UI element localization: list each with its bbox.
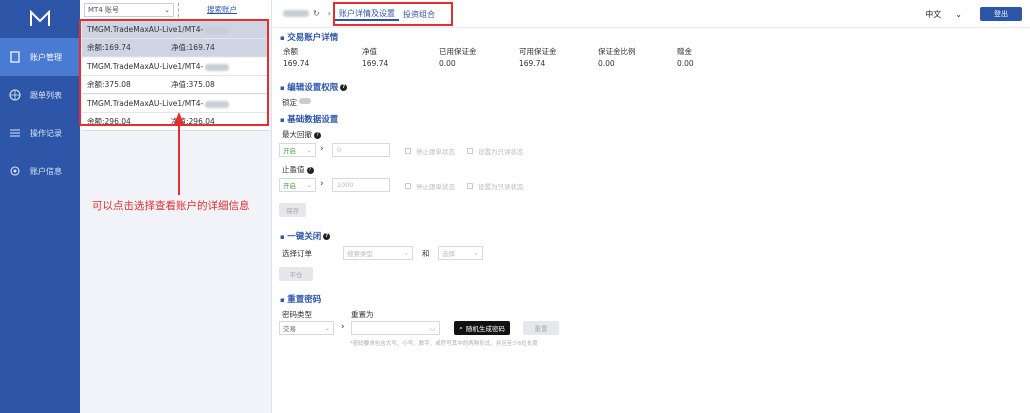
chevron-down-icon: ⌄ xyxy=(306,181,312,189)
search-account-link[interactable]: 搜索账户 xyxy=(207,4,237,15)
take-profit-input[interactable]: 1000 xyxy=(332,178,390,192)
save-button[interactable]: 保存 xyxy=(279,203,306,217)
side-navigation: 账户管理 跟单列表 操作记录 账户信息 xyxy=(0,0,80,413)
account-tag: ↻ › xyxy=(281,9,331,18)
nav-item-label: 账户管理 xyxy=(30,52,62,62)
highlight-box-accounts xyxy=(79,19,269,126)
and-label: 和 xyxy=(422,249,430,258)
field-label: 保证金比例 xyxy=(598,47,636,56)
refresh-icon[interactable]: ↻ xyxy=(313,9,320,18)
chevron-right-icon: › xyxy=(341,322,345,332)
eye-icon[interactable]: ◡ xyxy=(429,324,435,332)
section-title-permission: 编辑设置权限? xyxy=(280,81,348,93)
main-content: ↻ › 账户详情及设置 投资组合 中文 ⌄ 登出 交易账户详情 余额 169.7… xyxy=(273,0,1030,413)
chevron-down-icon: ⌄ xyxy=(164,5,170,14)
account-type-value: MT4 账号 xyxy=(88,5,119,14)
field-label: 赠金 xyxy=(677,47,692,56)
section-title-basic-settings: 基础数据设置 xyxy=(280,113,338,125)
annotation-text: 可以点击选择查看账户的详细信息 xyxy=(92,200,250,212)
take-profit-label: 止盈值? xyxy=(282,164,314,175)
take-profit-select[interactable]: 开启 ⌄ xyxy=(279,178,316,192)
field-label: 已用保证金 xyxy=(439,47,477,56)
logout-button[interactable]: 登出 xyxy=(980,7,1022,21)
stop-follow-checkbox[interactable]: 停止跟单状态 xyxy=(405,146,455,156)
reset-button[interactable]: 重置 xyxy=(523,321,559,335)
drawdown-label: 最大回撤? xyxy=(282,129,321,140)
lock-label: 锁定 xyxy=(282,98,297,107)
drawdown-input[interactable]: 0 xyxy=(332,143,390,157)
chevron-right-icon: › xyxy=(320,179,324,189)
section-title-reset-password: 重置密码 xyxy=(280,293,321,305)
language-select[interactable]: 中文 ⌄ xyxy=(925,9,962,20)
brand-logo xyxy=(0,0,80,38)
document-icon xyxy=(8,50,22,64)
globe-icon xyxy=(8,88,22,102)
top-bar: ↻ › 账户详情及设置 投资组合 中文 ⌄ 登出 xyxy=(273,0,1030,28)
field-value: 0.00 xyxy=(677,59,694,68)
order-label: 选择订单 xyxy=(282,249,312,258)
nav-item-label: 账户信息 xyxy=(30,166,62,176)
field-value: 169.74 xyxy=(362,59,389,68)
section-title-account-details: 交易账户详情 xyxy=(280,31,338,43)
order-type-select[interactable]: 搜索类型 ⌄ xyxy=(343,246,413,260)
nav-item-label: 跟单列表 xyxy=(30,90,62,100)
divider xyxy=(178,2,179,17)
readonly-checkbox[interactable]: 设置为只读状态 xyxy=(467,181,524,191)
chevron-down-icon: ⌄ xyxy=(403,249,409,257)
field-value: 169.74 xyxy=(283,59,310,68)
search-icon: ⌕ xyxy=(459,323,463,332)
field-label: 净值 xyxy=(362,47,377,56)
field-label: 余额 xyxy=(283,47,298,56)
chevron-down-icon: ⌄ xyxy=(324,324,330,332)
account-type-select[interactable]: MT4 账号 ⌄ xyxy=(84,2,174,17)
account-list-header: MT4 账号 ⌄ 搜索账户 xyxy=(80,0,271,20)
nav-item-operation-log[interactable]: 操作记录 xyxy=(0,114,80,152)
chevron-down-icon: ⌄ xyxy=(473,249,479,257)
arrow-up-icon xyxy=(174,112,184,195)
list-icon xyxy=(8,126,22,140)
nav-item-copy-list[interactable]: 跟单列表 xyxy=(0,76,80,114)
help-icon[interactable]: ? xyxy=(323,233,331,240)
nav-item-account-management[interactable]: 账户管理 xyxy=(0,38,80,76)
help-icon[interactable]: ? xyxy=(340,84,348,91)
close-position-button[interactable]: 平仓 xyxy=(279,267,313,281)
password-hint: *密码要求包含大写、小写、数字、或符号其中的两种形式，并且至少6位长度 xyxy=(350,341,538,347)
nav-item-account-info[interactable]: 账户信息 xyxy=(0,152,80,190)
lock-toggle[interactable] xyxy=(299,98,311,104)
help-icon[interactable]: ? xyxy=(306,166,314,174)
section-title-one-click-close: 一键关闭? xyxy=(280,230,331,242)
field-label: 可用保证金 xyxy=(519,47,557,56)
help-icon[interactable]: ? xyxy=(314,131,321,139)
stop-follow-checkbox[interactable]: 停止跟单状态 xyxy=(405,181,455,191)
nav-item-label: 操作记录 xyxy=(30,128,62,138)
generate-password-button[interactable]: ⌕ 随机生成密码 xyxy=(454,321,510,335)
tab-portfolio[interactable]: 投资组合 xyxy=(399,9,439,20)
logo-icon xyxy=(30,10,50,26)
chevron-down-icon: ⌄ xyxy=(955,10,962,19)
field-value: 0.00 xyxy=(598,59,615,68)
password-type-select[interactable]: 交易 ⌄ xyxy=(279,321,334,335)
order-choose-select[interactable]: 选择 ⌄ xyxy=(438,246,483,260)
redacted-id xyxy=(283,10,309,17)
field-value: 169.74 xyxy=(519,59,546,68)
reset-to-label: 重置为 xyxy=(351,310,374,319)
chevron-down-icon: ⌄ xyxy=(306,146,312,154)
language-value: 中文 xyxy=(925,10,942,19)
password-type-label: 密码类型 xyxy=(282,310,312,319)
tab-group: 账户详情及设置 投资组合 xyxy=(333,2,453,26)
chevron-right-icon: › xyxy=(327,9,331,18)
readonly-checkbox[interactable]: 设置为只读状态 xyxy=(467,146,524,156)
chevron-right-icon: › xyxy=(320,144,324,154)
new-password-input[interactable]: ◡ xyxy=(351,321,440,335)
gear-icon xyxy=(8,164,22,178)
field-value: 0.00 xyxy=(439,59,456,68)
tab-account-details[interactable]: 账户详情及设置 xyxy=(335,8,399,21)
drawdown-select[interactable]: 开启 ⌄ xyxy=(279,143,316,157)
